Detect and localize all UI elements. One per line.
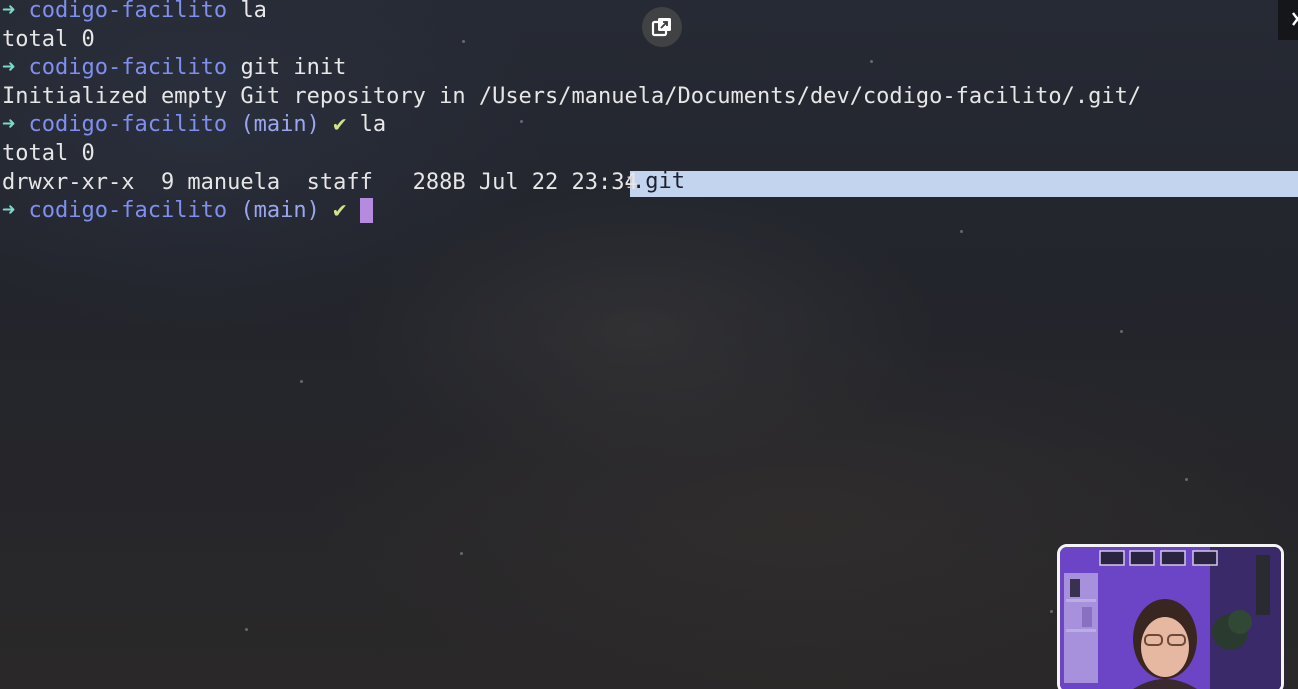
- prompt-directory: codigo-facilito: [28, 112, 228, 138]
- popout-button[interactable]: [642, 7, 682, 47]
- prompt-directory: codigo-facilito: [28, 55, 228, 81]
- prompt-arrow-icon: ➜: [2, 112, 16, 138]
- star: [1050, 610, 1053, 613]
- command-text: git init: [240, 55, 347, 81]
- git-branch: (main): [240, 112, 320, 138]
- prompt-directory: codigo-facilito: [28, 198, 228, 224]
- command-text: la: [240, 0, 267, 23]
- prompt-line: ➜ codigo-facilito git init: [2, 54, 1298, 83]
- check-icon: ✔: [333, 112, 347, 138]
- star: [300, 380, 303, 383]
- output-line: total 0: [2, 140, 95, 166]
- webcam-overlay: [1057, 544, 1284, 689]
- close-button[interactable]: [1278, 0, 1298, 40]
- picture-in-picture-icon: [651, 18, 671, 37]
- git-branch: (main): [240, 198, 320, 224]
- output-line: drwxr-xr-x 9 manuela staff 288B Jul 22 2…: [2, 169, 652, 195]
- star: [1120, 330, 1123, 333]
- star: [960, 230, 963, 233]
- prompt-line: ➜ codigo-facilito (main) ✔: [2, 197, 1298, 226]
- prompt-directory: codigo-facilito: [28, 0, 228, 23]
- prompt-arrow-icon: ➜: [2, 0, 16, 23]
- check-icon: ✔: [333, 198, 347, 224]
- star: [245, 628, 248, 631]
- star: [460, 552, 463, 555]
- presenter-video: [1060, 547, 1281, 689]
- close-icon: [1292, 12, 1298, 26]
- prompt-arrow-icon: ➜: [2, 55, 16, 81]
- star: [1185, 478, 1188, 481]
- video-frame: .git I ➜ codigo-facilito la total 0 ➜ co…: [0, 0, 1298, 689]
- command-text: la: [359, 112, 387, 138]
- terminal-cursor[interactable]: [359, 198, 373, 224]
- prompt-arrow-icon: ➜: [2, 198, 16, 224]
- prompt-line: ➜ codigo-facilito (main) ✔ la: [2, 111, 1298, 140]
- output-line: Initialized empty Git repository in /Use…: [2, 83, 1142, 109]
